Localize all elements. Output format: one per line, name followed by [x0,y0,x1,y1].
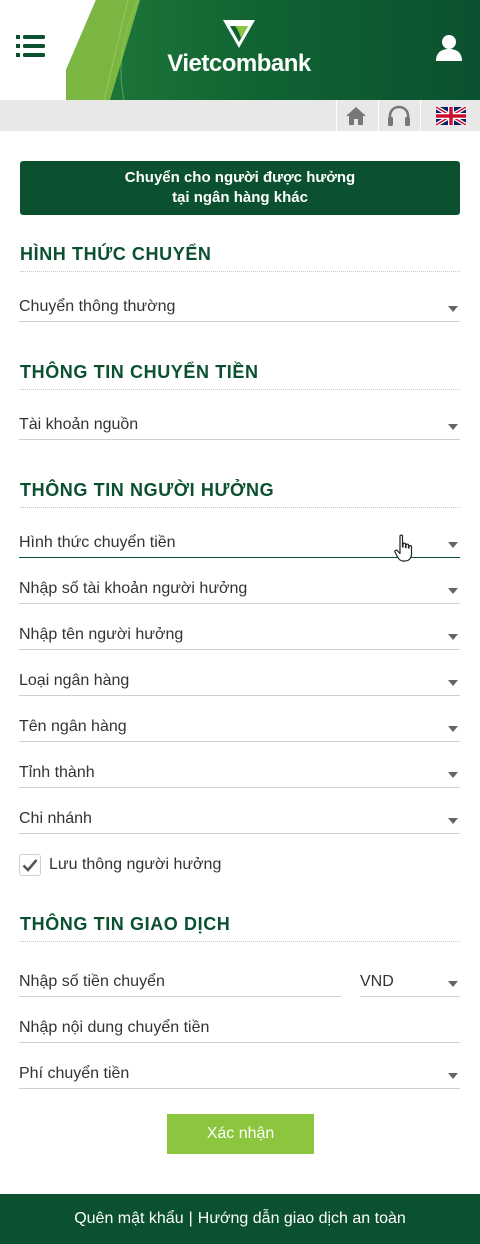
currency-select[interactable]: VND [360,967,460,997]
forgot-password-link[interactable]: Quên mật khẩu [74,1210,183,1228]
confirm-button[interactable]: Xác nhận [167,1114,314,1154]
section-title-beneficiary: THÔNG TIN NGƯỜI HƯỞNG [20,480,460,508]
chevron-down-icon [448,542,458,548]
transfer-content-placeholder: Nhập nội dung chuyển tiền [19,1019,210,1036]
save-beneficiary-label: Lưu thông người hưởng [49,856,222,873]
province-select[interactable]: Tỉnh thành [19,758,460,788]
brand-name: Vietcombank [167,50,311,77]
chevron-down-icon [448,818,458,824]
uk-flag-icon [435,106,466,125]
source-account-label: Tài khoản nguồn [19,416,139,433]
user-button[interactable] [434,34,464,66]
fee-label: Phí chuyển tiền [19,1065,130,1082]
home-button[interactable] [336,100,374,131]
branch-label: Chi nhánh [19,810,92,827]
page-title-line2: tại ngân hàng khác [172,189,308,206]
transfer-type-select[interactable]: Chuyển thông thường [19,292,460,322]
vietcombank-logo[interactable]: Vietcombank [158,18,320,78]
fee-select[interactable]: Phí chuyển tiền [19,1059,460,1089]
chevron-down-icon [448,680,458,686]
beneficiary-name-input[interactable]: Nhập tên người hưởng [19,620,460,650]
branch-select[interactable]: Chi nhánh [19,804,460,834]
source-account-select[interactable]: Tài khoản nguồn [19,410,460,440]
language-button[interactable] [420,100,480,131]
footer-separator: | [188,1210,193,1227]
currency-value: VND [360,973,394,990]
page-title-line1: Chuyển cho người được hưởng [124,169,356,186]
beneficiary-account-placeholder: Nhập số tài khoản người hưởng [19,580,248,597]
bank-type-label: Loại ngân hàng [19,672,130,689]
menu-button[interactable] [16,34,52,66]
page-title: Chuyển cho người được hưởng tại ngân hàn… [20,161,460,215]
bank-name-select[interactable]: Tên ngân hàng [19,712,460,742]
save-beneficiary-checkbox-row[interactable]: Lưu thông người hưởng [19,852,221,878]
home-icon [345,106,366,125]
bank-type-select[interactable]: Loại ngân hàng [19,666,460,696]
section-title-transfer-info: THÔNG TIN CHUYỂN TIỀN [20,362,460,390]
transfer-type-value: Chuyển thông thường [19,298,176,315]
save-beneficiary-checkbox[interactable] [19,854,41,876]
transfer-method-label: Hình thức chuyển tiền [19,534,176,551]
chevron-down-icon [448,306,458,312]
top-toolbar [0,100,480,131]
chevron-down-icon [448,634,458,640]
section-title-transfer-type: HÌNH THỨC CHUYỂN [20,244,460,272]
user-icon [436,35,462,61]
amount-placeholder: Nhập số tiền chuyển [19,973,165,990]
app-header: Vietcombank [0,0,480,100]
support-button[interactable] [378,100,418,131]
chevron-down-icon [448,981,458,987]
footer: Quên mật khẩu | Hướng dẫn giao dịch an t… [0,1194,480,1244]
chevron-down-icon [448,1073,458,1079]
vietcombank-logo-mark [223,20,255,48]
menu-list-icon [16,35,45,57]
province-label: Tỉnh thành [19,764,95,781]
safety-guide-link[interactable]: Hướng dẫn giao dịch an toàn [198,1210,406,1228]
chevron-down-icon [448,588,458,594]
beneficiary-name-placeholder: Nhập tên người hưởng [19,626,184,643]
chevron-down-icon [448,424,458,430]
amount-input[interactable]: Nhập số tiền chuyển [19,967,341,997]
beneficiary-account-input[interactable]: Nhập số tài khoản người hưởng [19,574,460,604]
chevron-down-icon [448,726,458,732]
section-title-transaction: THÔNG TIN GIAO DỊCH [20,914,460,942]
headset-icon [387,105,410,126]
checkmark-icon [22,859,38,872]
chevron-down-icon [448,772,458,778]
bank-name-label: Tên ngân hàng [19,718,127,735]
transfer-content-input[interactable]: Nhập nội dung chuyển tiền [19,1013,460,1043]
hand-pointer-cursor-icon [394,534,413,562]
